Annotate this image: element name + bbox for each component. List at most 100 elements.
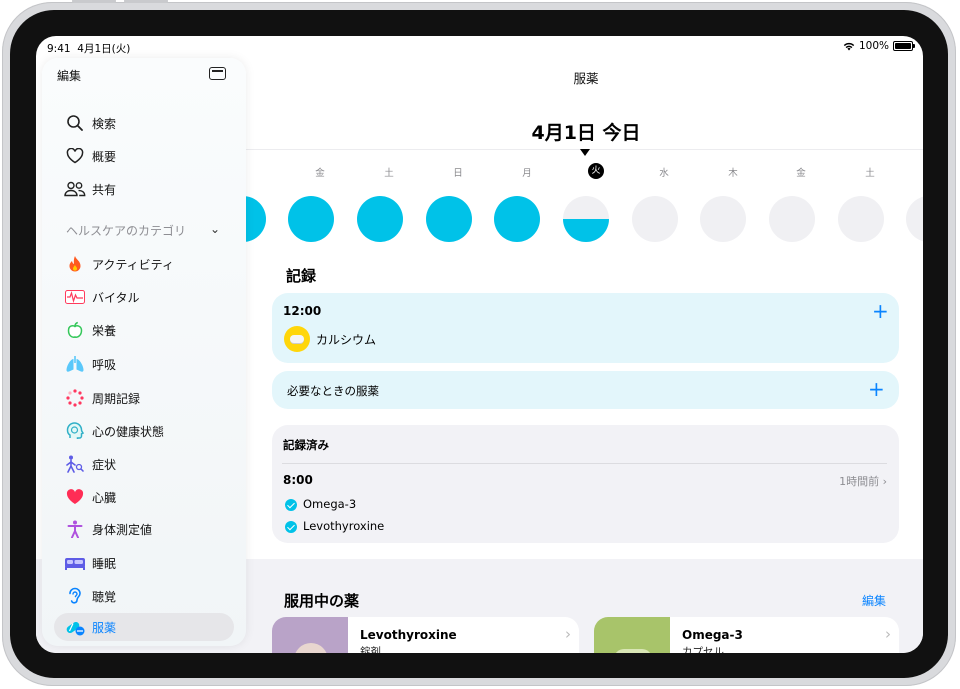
sidebar-item-mind[interactable]: 心の健康状態 xyxy=(54,417,234,445)
med-card-omega3[interactable]: Omega-3 カプセル › xyxy=(594,617,899,653)
sidebar-item-label: 聴覚 xyxy=(92,589,117,604)
weekday-label[interactable]: 金 xyxy=(791,165,811,179)
sidebar-item-lungs[interactable]: 呼吸 xyxy=(54,350,234,378)
sidebar-item-label: 心の健康状態 xyxy=(92,424,165,439)
checkmark-icon xyxy=(285,521,297,533)
sidebar-edit-button[interactable]: 編集 xyxy=(57,67,81,84)
chevron-down-icon[interactable]: ⌄ xyxy=(210,222,220,236)
ear-icon xyxy=(64,585,86,607)
sidebar-item-apple[interactable]: 栄養 xyxy=(54,316,234,344)
pills-icon xyxy=(64,616,86,638)
scheduled-time: 12:00 xyxy=(283,304,322,318)
people-icon xyxy=(64,178,86,200)
sidebar-item-label: 栄養 xyxy=(92,323,117,338)
bed-icon xyxy=(64,552,86,574)
weekday-label[interactable]: 土 xyxy=(860,165,880,179)
intake-day-circle[interactable] xyxy=(700,196,746,242)
intake-day-circle[interactable] xyxy=(838,196,884,242)
sidebar-item-summary[interactable]: 概要 xyxy=(54,142,234,170)
battery-percent: 100% xyxy=(858,40,889,52)
sidebar-item-label: 症状 xyxy=(92,457,117,472)
screen: 9:41 4月1日(火) 100% 服薬 4月1日 今日 金 土 日 月 火 水 木 金 土 記… xyxy=(36,36,923,653)
as-needed-label: 必要なときの服薬 xyxy=(287,384,379,398)
logged-ago[interactable]: 1時間前 › xyxy=(839,473,887,489)
symptoms-icon xyxy=(64,453,86,475)
page-title: 服薬 xyxy=(573,71,599,86)
weekday-label[interactable]: 月 xyxy=(517,165,537,179)
cycle-icon xyxy=(64,387,86,409)
weekday-today[interactable]: 火 xyxy=(588,163,604,179)
sidebar-item-label: 周期記録 xyxy=(92,391,141,406)
today-marker-icon xyxy=(580,149,590,156)
med-form: 錠剤 xyxy=(360,646,381,653)
logged-card: 記録済み 8:00 1時間前 › Omega-3 Levothyroxine xyxy=(272,425,899,543)
sidebar-item-label: 概要 xyxy=(92,149,117,164)
battery-icon xyxy=(893,41,915,51)
scheduled-dose-card[interactable]: 12:00 + カルシウム xyxy=(272,293,899,363)
sidebar-item-label: 服薬 xyxy=(92,620,117,635)
logged-med-name: Levothyroxine xyxy=(303,519,385,533)
med-thumbnail xyxy=(594,617,670,653)
med-form: カプセル xyxy=(682,646,724,653)
as-needed-card[interactable]: 必要なときの服薬 + xyxy=(272,371,899,409)
add-as-needed-button[interactable]: + xyxy=(868,379,885,399)
heart-outline-icon xyxy=(64,145,86,167)
med-name: Levothyroxine xyxy=(360,628,457,642)
volume-button xyxy=(72,0,116,3)
divider xyxy=(282,463,887,464)
sidebar-item-search[interactable]: 検索 xyxy=(54,109,234,137)
logged-med-name: Omega-3 xyxy=(303,497,357,511)
flame-icon xyxy=(64,253,86,275)
sidebar-toggle-icon[interactable] xyxy=(209,67,226,80)
calcium-pill-icon xyxy=(284,326,310,352)
sidebar-item-waveform[interactable]: バイタル xyxy=(54,283,234,311)
intake-day-circle[interactable] xyxy=(426,196,472,242)
weekday-label[interactable]: 日 xyxy=(448,165,468,179)
intake-day-circle[interactable] xyxy=(906,196,923,242)
apple-icon xyxy=(64,319,86,341)
logged-heading: 記録済み xyxy=(283,438,329,452)
capsule-icon xyxy=(614,649,652,653)
sidebar-item-label: 検索 xyxy=(92,116,117,131)
volume-button xyxy=(124,0,168,3)
sidebar-item-body[interactable]: 身体測定値 xyxy=(54,515,234,543)
sidebar-item-flame[interactable]: アクティビティ xyxy=(54,250,234,278)
sidebar-item-ear[interactable]: 聴覚 xyxy=(54,582,234,610)
intake-day-circle[interactable] xyxy=(288,196,334,242)
status-bar: 9:41 4月1日(火) 100% xyxy=(36,36,923,58)
status-time: 9:41 4月1日(火) xyxy=(47,43,131,55)
intake-day-circle[interactable] xyxy=(632,196,678,242)
edit-meds-button[interactable]: 編集 xyxy=(862,592,886,609)
sidebar-item-bed[interactable]: 睡眠 xyxy=(54,549,234,577)
add-dose-button[interactable]: + xyxy=(872,301,889,321)
weekday-label[interactable]: 水 xyxy=(654,165,674,179)
med-thumbnail xyxy=(272,617,348,653)
intake-day-circle[interactable] xyxy=(357,196,403,242)
intake-day-circle[interactable] xyxy=(769,196,815,242)
sidebar-item-heart[interactable]: 心臓 xyxy=(54,483,234,511)
sidebar-item-symptoms[interactable]: 症状 xyxy=(54,450,234,478)
weekday-label[interactable]: 土 xyxy=(379,165,399,179)
weekday-label[interactable]: 木 xyxy=(723,165,743,179)
chevron-right-icon: › xyxy=(565,625,571,643)
body-icon xyxy=(64,518,86,540)
category-header[interactable]: ヘルスケアのカテゴリ xyxy=(66,222,186,239)
sidebar-item-label: 心臓 xyxy=(92,490,117,505)
sidebar-item-label: 呼吸 xyxy=(92,357,117,372)
waveform-icon xyxy=(64,286,86,308)
sidebar-item-label: アクティビティ xyxy=(92,257,174,272)
sidebar-item-sharing[interactable]: 共有 xyxy=(54,175,234,203)
current-meds-heading: 服用中の薬 xyxy=(284,592,360,610)
intake-day-circle[interactable] xyxy=(494,196,540,242)
chevron-right-icon: › xyxy=(885,625,891,643)
sidebar-item-pills[interactable]: 服薬 xyxy=(54,613,234,641)
sidebar-item-cycle[interactable]: 周期記録 xyxy=(54,384,234,412)
weekday-label[interactable]: 金 xyxy=(310,165,330,179)
med-name: Omega-3 xyxy=(682,628,743,642)
wifi-icon xyxy=(843,42,855,50)
med-card-levothyroxine[interactable]: Levothyroxine 錠剤 › xyxy=(272,617,579,653)
mind-icon xyxy=(64,420,86,442)
sidebar-item-label: 睡眠 xyxy=(92,556,117,571)
sidebar-item-label: 共有 xyxy=(92,182,117,197)
intake-day-circle[interactable] xyxy=(563,196,609,242)
